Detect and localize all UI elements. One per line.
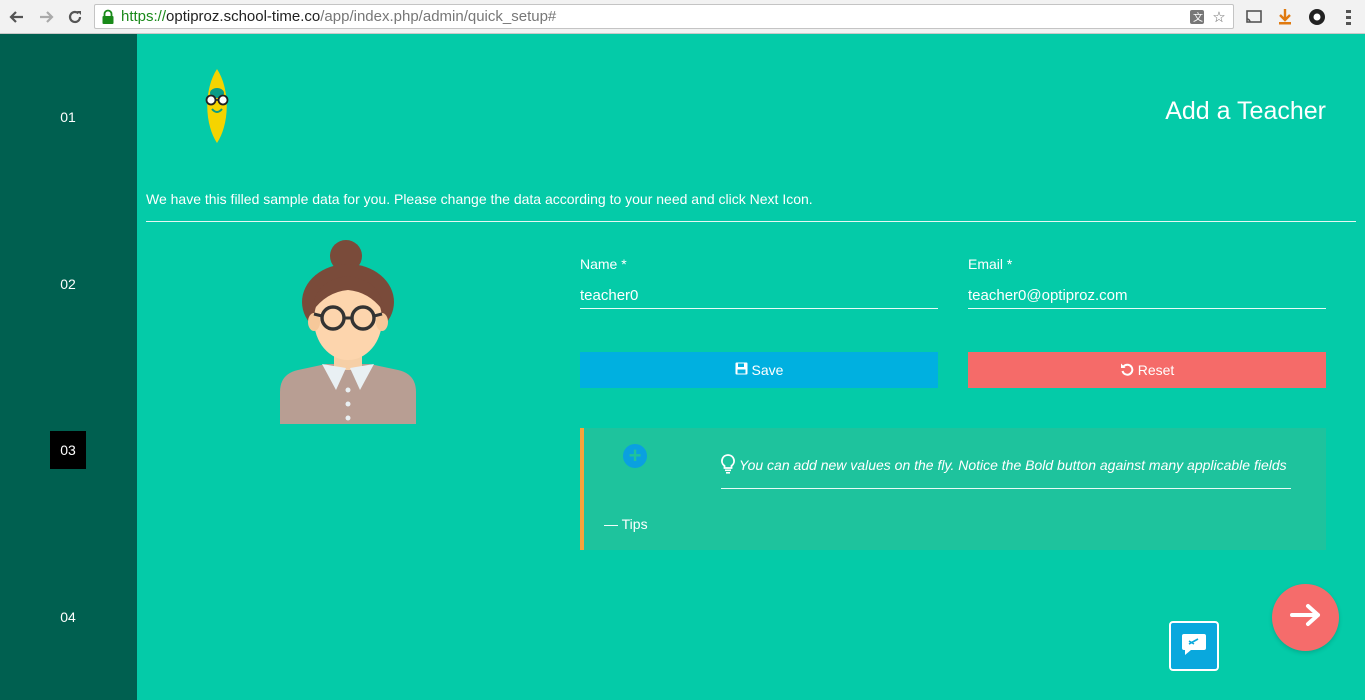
name-input[interactable] <box>580 283 938 309</box>
tips-text-block: You can add new values on the fly. Notic… <box>721 454 1291 489</box>
step-03[interactable]: 03 <box>50 431 86 469</box>
url-host: optiproz.school-time.co <box>166 8 321 25</box>
lock-icon <box>101 9 115 25</box>
email-label: Email * <box>968 256 1013 272</box>
undo-icon <box>1120 362 1134 379</box>
next-step-button[interactable] <box>1272 584 1339 651</box>
step-01[interactable]: 01 <box>50 98 86 136</box>
browser-toolbar: https://optiproz.school-time.co/app/inde… <box>0 0 1365 34</box>
app-logo <box>200 67 234 145</box>
arrow-right-icon <box>1289 603 1322 632</box>
bookmark-star-icon[interactable]: ☆ <box>1209 7 1229 27</box>
tips-text: You can add new values on the fly. Notic… <box>739 457 1287 473</box>
translate-icon[interactable]: 文 <box>1187 7 1207 27</box>
extension-icon[interactable] <box>1306 6 1328 28</box>
chat-bubble-icon <box>1181 632 1207 661</box>
svg-text:文: 文 <box>1193 11 1203 24</box>
reset-button[interactable]: Reset <box>968 352 1326 388</box>
forward-icon[interactable] <box>35 6 57 28</box>
step-04[interactable]: 04 <box>50 598 86 636</box>
divider <box>146 221 1356 222</box>
intro-text: We have this filled sample data for you.… <box>146 191 813 207</box>
tips-cite: — Tips <box>604 516 648 532</box>
lightbulb-icon <box>721 454 735 474</box>
back-icon[interactable] <box>6 6 28 28</box>
tips-panel: + — Tips You can add new values on the f… <box>580 428 1326 550</box>
plus-circle-icon: + <box>623 444 647 468</box>
chat-button[interactable] <box>1169 621 1219 671</box>
reload-icon[interactable] <box>64 6 86 28</box>
teacher-avatar <box>278 240 418 426</box>
step-02[interactable]: 02 <box>50 265 86 303</box>
email-input[interactable] <box>968 283 1326 309</box>
save-label: Save <box>751 362 784 378</box>
save-button[interactable]: Save <box>580 352 938 388</box>
setup-steps-sidebar: 01 02 03 04 <box>0 34 137 700</box>
url-scheme: https:// <box>121 8 167 25</box>
page-title: Add a Teacher <box>1165 97 1326 125</box>
name-label: Name * <box>580 256 627 272</box>
url-path: /app/index.php/admin/quick_setup# <box>320 8 557 25</box>
download-icon[interactable] <box>1274 6 1296 28</box>
menu-icon[interactable] <box>1338 6 1360 28</box>
save-icon <box>735 362 748 378</box>
reset-label: Reset <box>1137 362 1175 378</box>
address-bar[interactable]: https://optiproz.school-time.co/app/inde… <box>94 4 1234 29</box>
cast-icon[interactable] <box>1243 6 1265 28</box>
